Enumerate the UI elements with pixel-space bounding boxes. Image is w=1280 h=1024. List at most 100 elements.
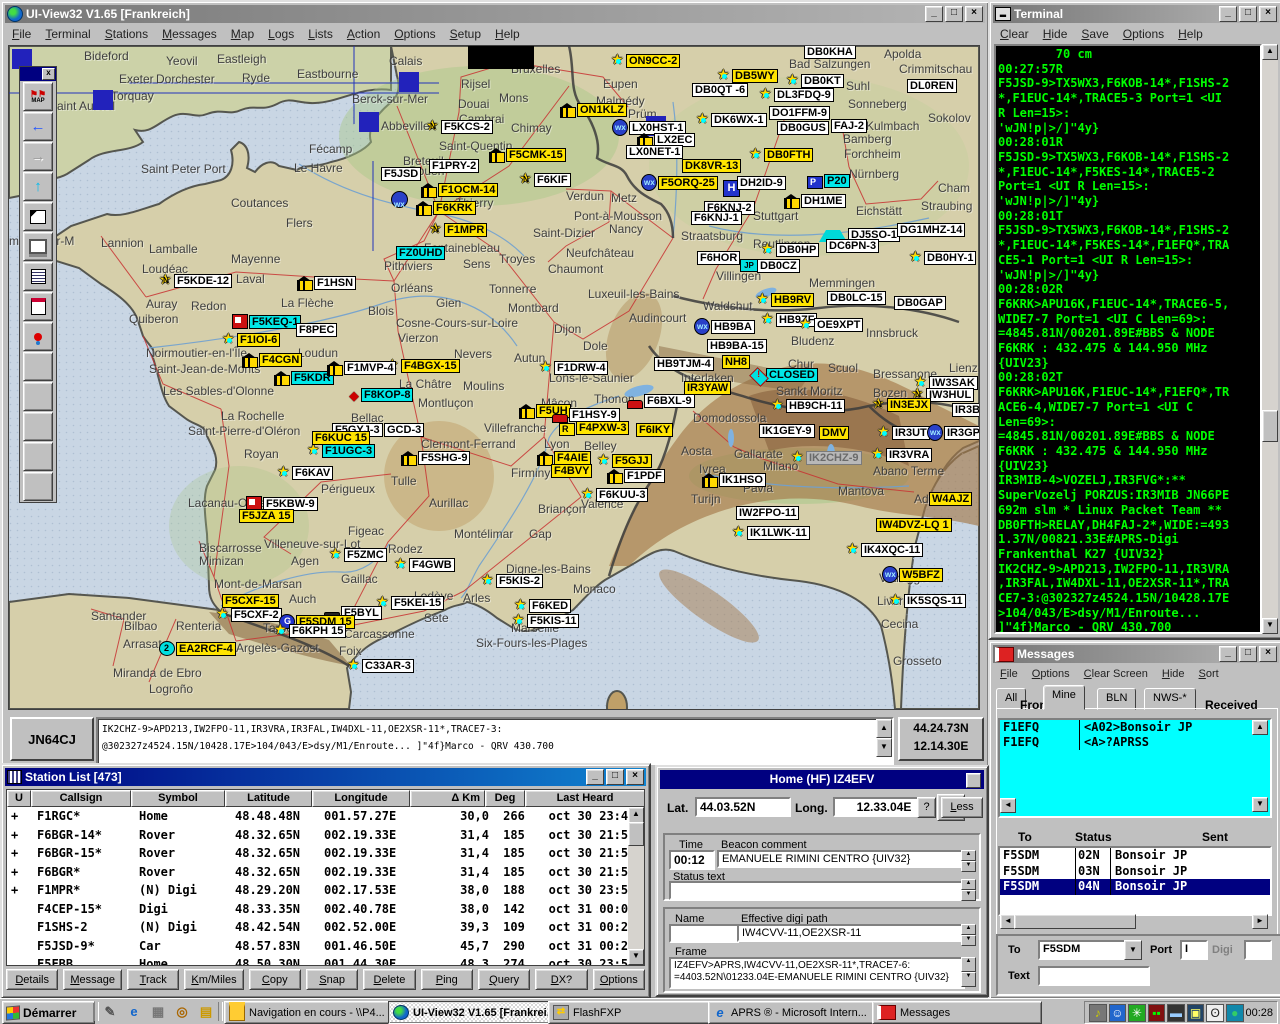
- map-station-db0lc15[interactable]: DB0LC-15: [827, 291, 886, 305]
- sent-message-row[interactable]: F5SDM02NBonsoir JP: [1000, 848, 1270, 864]
- menu-item-stations[interactable]: Stations: [98, 25, 155, 43]
- map-station-ir3vra[interactable]: IR3VRA: [871, 448, 932, 462]
- map-station-db0kha[interactable]: DB0KHA: [804, 45, 856, 59]
- menu-item-logs[interactable]: Logs: [261, 25, 301, 43]
- message-button[interactable]: Message: [63, 969, 122, 990]
- map-station-f4gwb[interactable]: F4GWB: [394, 558, 455, 572]
- beacon-comment-field[interactable]: EMANUELE RIMINI CENTRO {UIV32}: [717, 850, 965, 868]
- task-flashfxp[interactable]: ⇄FlashFXP: [548, 1001, 714, 1024]
- map-station-f6iky[interactable]: F6IKY: [636, 423, 673, 437]
- map-station-db0fth[interactable]: DB0FTH: [749, 148, 813, 162]
- terminal-scrollbar[interactable]: ▲ ▼: [1262, 44, 1278, 634]
- beacon-spinner[interactable]: ▲▼: [961, 850, 976, 868]
- user-tray-icon[interactable]: ☺: [1109, 1004, 1127, 1022]
- snap-button[interactable]: Snap: [306, 969, 358, 990]
- options-button[interactable]: Options: [593, 969, 645, 990]
- details-button[interactable]: Details: [6, 969, 58, 990]
- map-station-f1mpr[interactable]: F1MPR: [429, 223, 487, 237]
- device-tray-icon[interactable]: ▬: [1167, 1004, 1185, 1022]
- map-station-iw4dvzlq1[interactable]: IW4DVZ-LQ 1: [876, 518, 952, 532]
- map-station-f6kav[interactable]: F6KAV: [277, 466, 333, 480]
- map-station-f5cxf2[interactable]: F5CXF-2: [216, 608, 282, 622]
- map-toolbar-list-button[interactable]: [23, 262, 53, 291]
- maximize-button[interactable]: □: [1239, 646, 1257, 662]
- map-station-f6krk[interactable]: F6KRK: [416, 201, 476, 215]
- time-field[interactable]: 00:12: [669, 850, 715, 870]
- map-station-f5cxf15[interactable]: F5CXF-15: [222, 594, 279, 608]
- viewer-icon[interactable]: ▦: [148, 1003, 168, 1021]
- globe-tray-icon[interactable]: ●: [1226, 1004, 1244, 1022]
- map-station-hb9rv[interactable]: HB9RV: [756, 293, 814, 307]
- table-row[interactable]: F4CEP-15*Digi48.33.35N002.40.78E38,0142o…: [7, 900, 628, 919]
- terminal-menu-item-options[interactable]: Options: [1116, 25, 1171, 43]
- map-station-hb9tjm4[interactable]: HB9TJM-4: [654, 357, 714, 371]
- map-station-db0cz[interactable]: DB0CZ: [742, 259, 800, 273]
- uiview-titlebar[interactable]: UI-View32 V1.65 [Frankreich] _ □ ×: [5, 5, 985, 23]
- messages-menu-item-file[interactable]: File: [993, 666, 1025, 682]
- ping-button[interactable]: Ping: [421, 969, 473, 990]
- map-toolbar-back-button[interactable]: ←: [23, 112, 53, 141]
- tab-bln[interactable]: BLN: [1097, 688, 1136, 710]
- volume-tray-icon[interactable]: ♪: [1089, 1004, 1107, 1022]
- map-station-db0gus[interactable]: DB0GUS: [777, 121, 829, 135]
- less-button[interactable]: Less: [941, 797, 983, 818]
- map-station-f4pxw3[interactable]: F4PXW-3: [559, 421, 629, 435]
- to-dropdown-icon[interactable]: ▼: [1124, 940, 1142, 960]
- map-station-gcd3[interactable]: GCD-3: [384, 423, 424, 437]
- status-spinner[interactable]: ▲▼: [961, 879, 976, 897]
- tab-mine[interactable]: Mine: [1043, 685, 1085, 710]
- digi-field[interactable]: [1244, 940, 1272, 960]
- digi-spinner[interactable]: ▲▼: [961, 924, 976, 942]
- column-header-km[interactable]: Δ Km: [410, 790, 485, 807]
- map-station-db0gap[interactable]: DB0GAP: [894, 296, 946, 310]
- map-station-f6hor[interactable]: F6HOR: [697, 251, 740, 265]
- maximize-button[interactable]: □: [945, 6, 963, 22]
- map-station-f5cmk15[interactable]: F5CMK-15: [489, 148, 566, 162]
- map-toolbar-map4-button[interactable]: [23, 442, 53, 471]
- received-message-row[interactable]: F1EFQ<A02>Bonsoir JP: [1000, 720, 1270, 735]
- folders-icon[interactable]: ▤: [196, 1003, 216, 1021]
- modem-tray-icon[interactable]: ▪▪: [1148, 1004, 1166, 1022]
- map-toolbar-map3-button[interactable]: [23, 412, 53, 441]
- map-station-f5kde12[interactable]: F5KDE-12: [159, 274, 232, 288]
- map-station-w4ajz[interactable]: W4AJZ: [929, 492, 972, 506]
- terminal-menu-item-help[interactable]: Help: [1171, 25, 1210, 43]
- map-station-lx0net1[interactable]: LX0NET-1: [626, 145, 683, 159]
- messages-menu-item-clearscreen[interactable]: Clear Screen: [1077, 666, 1155, 682]
- map-station-f5zmc[interactable]: F5ZMC: [329, 548, 387, 562]
- map-station-f5orq25[interactable]: F5ORQ-25: [641, 174, 718, 191]
- map-station-f1mvp4[interactable]: F1MVP-4: [327, 361, 396, 375]
- map-station-do1ffm9[interactable]: DO1FFM-9: [769, 106, 830, 120]
- map-station-db0kt[interactable]: DB0KT: [786, 74, 844, 88]
- sent-message-row[interactable]: F5SDM04NBonsoir JP: [1000, 879, 1270, 895]
- task-navigationencour[interactable]: Navigation en cours - \\P4...: [224, 1001, 394, 1024]
- kmmiles-button[interactable]: Km/Miles: [184, 969, 243, 990]
- frame-scrollbar[interactable]: ▲▼: [961, 957, 976, 983]
- internet-explorer-icon[interactable]: e: [124, 1003, 144, 1021]
- map-station-ik1hso[interactable]: IK1HSO: [702, 473, 766, 487]
- map-station-f5jza15[interactable]: F5JZA 15: [239, 509, 294, 523]
- map-station-dh2id9[interactable]: DH2ID-9: [737, 176, 786, 190]
- map-station-f5kcs2[interactable]: F5KCS-2: [426, 120, 493, 134]
- map-station-f6knj1[interactable]: F6KNJ-1: [691, 211, 742, 225]
- status-text-field[interactable]: [669, 881, 965, 900]
- map-toolbar-notes-button[interactable]: [23, 292, 53, 321]
- map-station-f1hsy9[interactable]: F1HSY-9: [552, 408, 620, 422]
- recv-scroll-up[interactable]: ▲: [1252, 720, 1268, 735]
- task-uiview32v165fran[interactable]: UI-View32 V1.65 [Frankrei...: [388, 1001, 554, 1024]
- menu-item-lists[interactable]: Lists: [301, 25, 340, 43]
- start-button[interactable]: Démarrer: [2, 1001, 95, 1024]
- column-header-symbol[interactable]: Symbol: [131, 790, 225, 807]
- map-station-f4bvy[interactable]: F4BVY: [551, 464, 592, 478]
- maximize-button[interactable]: □: [1239, 6, 1257, 22]
- minimize-button[interactable]: _: [925, 6, 943, 22]
- map-station-dk8vr13[interactable]: DK8VR-13: [682, 159, 741, 173]
- packet-spinner[interactable]: ▲ ▼: [876, 717, 892, 757]
- map-toolbar-map5-button[interactable]: [23, 472, 53, 501]
- map-station-f5kis2[interactable]: F5KIS-2: [481, 574, 543, 588]
- map-station-fz0uhd[interactable]: FZ0UHD: [396, 246, 445, 260]
- map-station-dl0ren[interactable]: DL0REN: [907, 79, 957, 93]
- map-station-f5kei15[interactable]: F5KEI-15: [376, 596, 444, 610]
- map-station-ik1lwk11[interactable]: IK1LWK-11: [732, 526, 810, 540]
- terminal-menu-item-save[interactable]: Save: [1074, 25, 1115, 43]
